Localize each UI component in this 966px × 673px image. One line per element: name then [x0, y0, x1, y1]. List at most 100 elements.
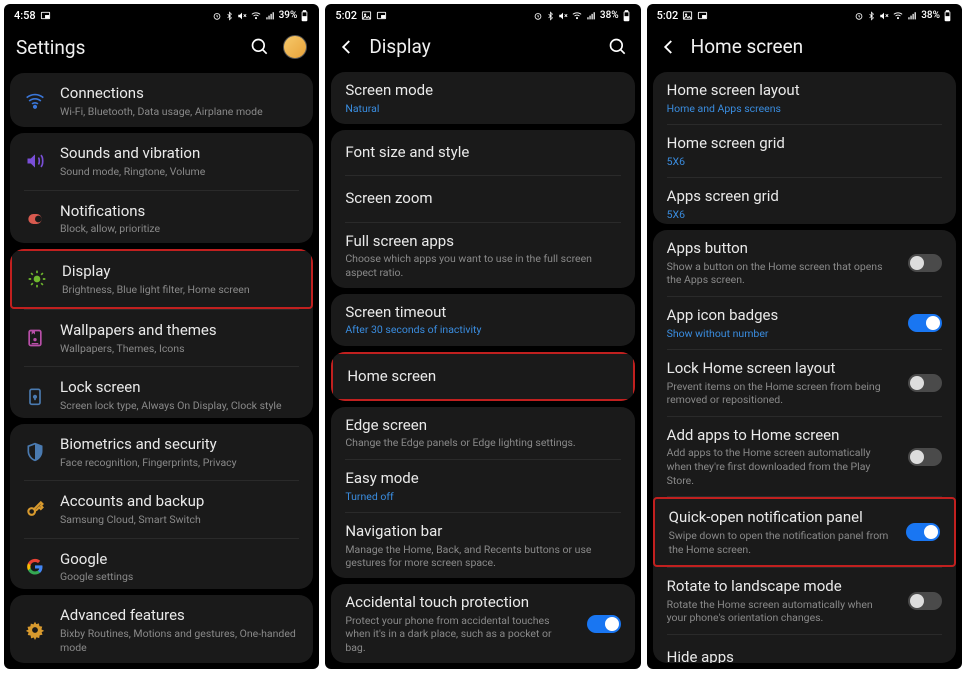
item-connections[interactable]: ConnectionsWi-Fi, Bluetooth, Data usage,…	[10, 73, 313, 127]
item-accidental-touch-protection[interactable]: Accidental touch protectionProtect your …	[331, 584, 634, 663]
item-title: Apps button	[667, 239, 894, 259]
item-quick-open-notification-panel[interactable]: Quick-open notification panelSwipe down …	[653, 497, 956, 567]
signal-icon	[586, 11, 597, 21]
item-title: Lock screen	[60, 378, 299, 398]
item-home-screen-grid[interactable]: Home screen grid5X6	[653, 125, 956, 177]
item-title: Quick-open notification panel	[669, 508, 892, 528]
wallpaper-icon	[24, 328, 46, 348]
item-body: Full screen appsChoose which apps you wa…	[345, 232, 620, 280]
toggle-quick-open-notification-panel[interactable]	[906, 523, 940, 541]
header: Display	[325, 25, 640, 72]
profile-avatar[interactable]	[283, 35, 307, 59]
item-title: Advanced features	[60, 606, 299, 626]
item-screen-zoom[interactable]: Screen zoom	[331, 176, 634, 222]
item-sounds-and-vibration[interactable]: Sounds and vibrationSound mode, Ringtone…	[10, 133, 313, 189]
item-add-apps-to-home-screen[interactable]: Add apps to Home screenAdd apps to the H…	[653, 417, 956, 496]
item-navigation-bar[interactable]: Navigation barManage the Home, Back, and…	[331, 513, 634, 578]
back-button[interactable]	[659, 37, 679, 57]
search-button[interactable]	[249, 36, 271, 58]
item-body: Screen timeoutAfter 30 seconds of inacti…	[345, 303, 620, 337]
google-icon	[24, 557, 46, 577]
item-title: Edge screen	[345, 416, 620, 436]
battery-text: 38%	[921, 10, 940, 21]
item-title: Display	[62, 262, 297, 282]
item-body: Apps screen grid5X6	[667, 187, 942, 221]
item-title: Home screen layout	[667, 81, 942, 101]
item-screen-mode[interactable]: Screen modeNatural	[331, 72, 634, 124]
item-subtitle: Natural	[345, 102, 620, 116]
item-title: Google	[60, 550, 299, 570]
wifi-icon	[571, 11, 583, 21]
signal-icon	[907, 11, 918, 21]
item-app-icon-badges[interactable]: App icon badgesShow without number	[653, 297, 956, 349]
item-google[interactable]: GoogleGoogle settings	[10, 539, 313, 590]
item-home-screen[interactable]: Home screen	[331, 352, 634, 401]
item-display[interactable]: DisplayBrightness, Blue light filter, Ho…	[10, 249, 313, 309]
item-font-size-and-style[interactable]: Font size and style	[331, 130, 634, 176]
wifi-icon	[24, 91, 46, 111]
screen-display: 5:02 38% Display Screen modeNatural Font …	[325, 4, 640, 669]
battery-icon	[300, 10, 309, 22]
item-biometrics-and-security[interactable]: Biometrics and securityFace recognition,…	[10, 424, 313, 480]
notif-icon	[24, 209, 46, 229]
toggle-accidental-touch-protection[interactable]	[587, 615, 621, 633]
toggle-lock-home-screen-layout[interactable]	[908, 374, 942, 392]
item-subtitle: Turned off	[345, 490, 620, 504]
search-icon	[250, 37, 270, 57]
item-subtitle: Face recognition, Fingerprints, Privacy	[60, 456, 299, 470]
settings-list: ConnectionsWi-Fi, Bluetooth, Data usage,…	[4, 73, 319, 669]
settings-group: Screen timeoutAfter 30 seconds of inacti…	[331, 294, 634, 346]
item-hide-apps[interactable]: Hide apps	[653, 635, 956, 663]
toggle-app-icon-badges[interactable]	[908, 314, 942, 332]
item-body: Quick-open notification panelSwipe down …	[669, 508, 892, 556]
item-edge-screen[interactable]: Edge screenChange the Edge panels or Edg…	[331, 407, 634, 459]
item-easy-mode[interactable]: Easy modeTurned off	[331, 460, 634, 512]
item-subtitle: Add apps to the Home screen automaticall…	[667, 446, 894, 487]
home-screen-list: Home screen layoutHome and Apps screensH…	[647, 72, 962, 669]
back-button[interactable]	[337, 37, 357, 57]
settings-group: DisplayBrightness, Blue light filter, Ho…	[10, 249, 313, 418]
bluetooth-icon	[225, 11, 234, 21]
battery-text: 38%	[600, 10, 619, 21]
item-body: Home screen	[347, 367, 618, 387]
page-title: Home screen	[691, 35, 950, 58]
item-home-screen-layout[interactable]: Home screen layoutHome and Apps screens	[653, 72, 956, 124]
item-title: Sounds and vibration	[60, 144, 299, 164]
item-subtitle: Home and Apps screens	[667, 102, 942, 116]
item-rotate-to-landscape-mode[interactable]: Rotate to landscape modeRotate the Home …	[653, 568, 956, 634]
toggle-add-apps-to-home-screen[interactable]	[908, 448, 942, 466]
sound-icon	[24, 151, 46, 171]
lock-icon	[24, 386, 46, 406]
item-advanced-features[interactable]: Advanced featuresBixby Routines, Motions…	[10, 595, 313, 663]
item-apps-button[interactable]: Apps buttonShow a button on the Home scr…	[653, 230, 956, 296]
item-accounts-and-backup[interactable]: Accounts and backupSamsung Cloud, Smart …	[10, 481, 313, 537]
display-icon	[26, 269, 48, 289]
header: Settings	[4, 25, 319, 73]
image-icon	[361, 10, 372, 21]
item-notifications[interactable]: NotificationsBlock, allow, prioritize	[10, 191, 313, 244]
item-subtitle: Screen lock type, Always On Display, Clo…	[60, 399, 299, 413]
settings-group: Sounds and vibrationSound mode, Ringtone…	[10, 133, 313, 243]
settings-group: Home screen layoutHome and Apps screensH…	[653, 72, 956, 224]
item-body: Home screen grid5X6	[667, 134, 942, 168]
item-subtitle: Protect your phone from accidental touch…	[345, 614, 572, 655]
toggle-apps-button[interactable]	[908, 254, 942, 272]
search-button[interactable]	[607, 36, 629, 58]
item-subtitle: Show without number	[667, 327, 894, 341]
item-title: Font size and style	[345, 143, 620, 163]
item-body: Accounts and backupSamsung Cloud, Smart …	[60, 492, 299, 526]
item-body: App icon badgesShow without number	[667, 306, 894, 340]
item-lock-home-screen-layout[interactable]: Lock Home screen layoutPrevent items on …	[653, 350, 956, 416]
item-screen-timeout[interactable]: Screen timeoutAfter 30 seconds of inacti…	[331, 294, 634, 346]
item-wallpapers-and-themes[interactable]: Wallpapers and themesWallpapers, Themes,…	[10, 310, 313, 366]
toggle-rotate-to-landscape-mode[interactable]	[908, 592, 942, 610]
item-subtitle: Wallpapers, Themes, Icons	[60, 342, 299, 356]
item-subtitle: Samsung Cloud, Smart Switch	[60, 513, 299, 527]
item-subtitle: Change the Edge panels or Edge lighting …	[345, 436, 620, 450]
item-title: Home screen	[347, 367, 618, 387]
battery-text: 39%	[279, 10, 298, 21]
status-time: 5:02	[335, 9, 357, 22]
item-apps-screen-grid[interactable]: Apps screen grid5X6	[653, 178, 956, 224]
item-full-screen-apps[interactable]: Full screen appsChoose which apps you wa…	[331, 223, 634, 288]
item-lock-screen[interactable]: Lock screenScreen lock type, Always On D…	[10, 367, 313, 418]
